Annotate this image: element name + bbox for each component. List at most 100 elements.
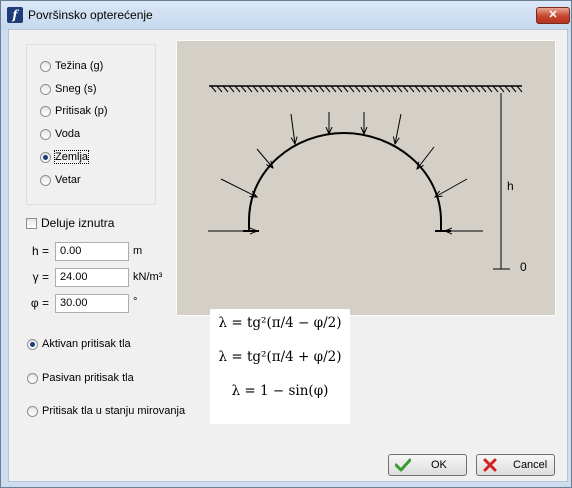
ground-hatch-mark <box>288 85 295 93</box>
phi-label: φ = <box>30 296 49 310</box>
ground-hatch-mark <box>426 85 433 93</box>
ground-hatch-mark <box>390 85 397 93</box>
ground-hatch-mark <box>354 85 361 93</box>
radio-button-icon <box>40 128 51 140</box>
ground-hatch-mark <box>438 85 445 93</box>
ground-hatch-mark <box>462 85 469 93</box>
ground-hatch-mark <box>504 85 511 93</box>
h-label: h = <box>31 244 49 258</box>
ground-hatch-mark <box>468 85 475 93</box>
ground-hatch-mark <box>498 85 505 93</box>
ground-hatch-mark <box>324 85 331 93</box>
h-unit: m <box>133 245 143 257</box>
ground-hatch-mark <box>474 85 481 93</box>
gamma-input[interactable]: 24.00 <box>55 268 129 287</box>
pressure-arrow <box>220 178 257 197</box>
radio-tezina[interactable]: Težina (g) <box>40 58 103 74</box>
cross-icon <box>483 458 497 472</box>
ground-hatch-mark <box>408 85 415 93</box>
ground-hatch-mark <box>306 85 313 93</box>
radio-button-icon <box>40 60 51 72</box>
formula-active: λ = tg²(π/4 − φ/2) <box>218 315 342 331</box>
ground-hatch-mark <box>414 85 421 93</box>
radio-zemlja[interactable]: Zemlja <box>40 149 90 165</box>
pressure-arrow <box>435 178 468 197</box>
ground-hatch-mark <box>366 85 373 93</box>
radio-selected-icon <box>27 338 38 350</box>
radio-rest-pressure[interactable]: Pritisak tla u stanju mirovanja <box>27 403 185 419</box>
ground-hatch-mark <box>420 85 427 93</box>
radio-sneg[interactable]: Sneg (s) <box>40 81 97 97</box>
radio-pritisak[interactable]: Pritisak (p) <box>40 103 108 119</box>
arch-diagram-svg: h 0 <box>208 85 527 274</box>
ground-hatch-mark <box>318 85 325 93</box>
ground-hatch-mark <box>510 85 517 93</box>
formula-passive: λ = tg²(π/4 + φ/2) <box>218 349 342 365</box>
ground-hatch-mark <box>444 85 451 93</box>
ground-hatch-mark <box>486 85 493 93</box>
ground-hatch-mark <box>330 85 337 93</box>
radio-button-icon <box>40 174 51 186</box>
pressure-arrow <box>417 146 435 169</box>
pressure-arrow <box>256 148 273 168</box>
ground-hatch-mark <box>270 85 277 93</box>
ground-hatch-mark <box>372 85 379 93</box>
radio-active-pressure[interactable]: Aktivan pritisak tla <box>27 336 131 352</box>
h-input[interactable]: 0.00 <box>55 242 129 261</box>
pressure-arrow <box>395 113 402 144</box>
app-icon: f <box>7 7 23 23</box>
phi-input[interactable]: 30.00 <box>55 294 129 313</box>
gamma-label: γ = <box>32 270 49 284</box>
gamma-unit: kN/m³ <box>133 271 163 283</box>
cancel-button[interactable]: Cancel <box>476 454 555 476</box>
ground-hatch-mark <box>456 85 463 93</box>
ok-button[interactable]: OK <box>388 454 467 476</box>
radio-voda[interactable]: Voda <box>40 126 80 142</box>
ground-hatch-mark <box>276 85 283 93</box>
h-dimension-label: h <box>507 179 514 193</box>
ground-hatch-mark <box>234 85 241 93</box>
ground-hatch-mark <box>336 85 343 93</box>
ground-hatch-mark <box>300 85 307 93</box>
radio-passive-pressure[interactable]: Pasivan pritisak tla <box>27 370 134 386</box>
ground-hatch-mark <box>312 85 319 93</box>
ground-hatch-mark <box>264 85 271 93</box>
title-bar[interactable]: f Površinsko opterećenje ✕ <box>1 1 571 29</box>
ground-hatch-mark <box>294 85 301 93</box>
ground-line <box>209 85 523 93</box>
radio-button-icon <box>40 83 51 95</box>
ground-hatch-mark <box>450 85 457 93</box>
ground-hatch-mark <box>252 85 259 93</box>
ground-hatch-mark <box>210 85 217 93</box>
ground-hatch-mark <box>480 85 487 93</box>
ground-hatch-mark <box>384 85 391 93</box>
ground-hatch-mark <box>396 85 403 93</box>
checkbox-icon <box>26 217 37 229</box>
ground-hatch-mark <box>240 85 247 93</box>
ground-hatch-mark <box>282 85 289 93</box>
ground-hatch-mark <box>516 85 523 93</box>
load-diagram: h 0 <box>176 40 556 316</box>
formula-rest: λ = 1 − sin(φ) <box>231 383 329 399</box>
dialog-body: Težina (g) Sneg (s) Pritisak (p) Voda Ze… <box>8 29 568 482</box>
radio-button-icon <box>40 105 51 117</box>
ground-hatch-mark <box>342 85 349 93</box>
close-button[interactable]: ✕ <box>536 7 570 24</box>
ground-hatch-mark <box>360 85 367 93</box>
ground-hatch-mark <box>348 85 355 93</box>
acts-inside-checkbox[interactable]: Deluje iznutra <box>26 216 114 230</box>
radio-vetar[interactable]: Vetar <box>40 172 81 188</box>
radio-button-icon <box>27 405 38 417</box>
radio-selected-icon <box>40 151 51 163</box>
load-type-group: Težina (g) Sneg (s) Pritisak (p) Voda Ze… <box>26 44 156 205</box>
ground-hatch-mark <box>246 85 253 93</box>
ground-hatch-mark <box>402 85 409 93</box>
ground-hatch-mark <box>258 85 265 93</box>
formula-panel: λ = tg²(π/4 − φ/2) λ = tg²(π/4 + φ/2) λ … <box>210 309 350 424</box>
zero-label: 0 <box>520 260 527 274</box>
ground-hatch-mark <box>216 85 223 93</box>
radio-button-icon <box>27 372 38 384</box>
checkmark-icon <box>395 458 411 472</box>
ground-hatch-mark <box>432 85 439 93</box>
ground-hatch-mark <box>492 85 499 93</box>
